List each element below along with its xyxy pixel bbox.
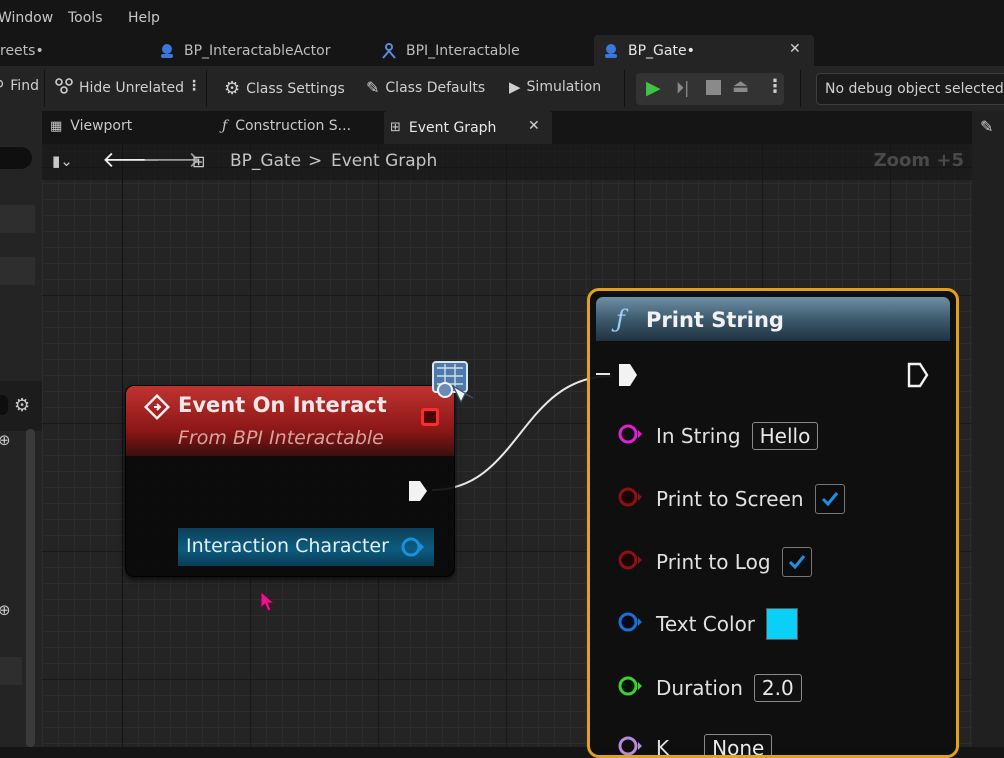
exec-in-pin-icon[interactable] bbox=[616, 361, 640, 393]
bool-pin-icon[interactable] bbox=[617, 549, 645, 576]
object-pin-icon[interactable] bbox=[400, 536, 426, 562]
event-node-header: Event On Interact From BPI Interactable bbox=[126, 386, 455, 456]
text-color-row: Text Color bbox=[617, 607, 798, 641]
float-pin-icon[interactable] bbox=[617, 675, 645, 702]
in-string-input[interactable]: Hello bbox=[752, 422, 819, 450]
event-node-title: Event On Interact bbox=[178, 393, 387, 417]
event-icon bbox=[144, 394, 170, 424]
struct-pin-icon[interactable] bbox=[617, 611, 645, 638]
name-pin-icon[interactable] bbox=[617, 735, 645, 758]
bool-pin-icon[interactable] bbox=[617, 486, 645, 513]
duration-input[interactable]: 2.0 bbox=[754, 674, 802, 702]
string-pin-icon[interactable] bbox=[617, 423, 645, 450]
exec-out-pin-icon[interactable] bbox=[906, 361, 930, 393]
print-node-header: ƒ Print String bbox=[596, 297, 950, 341]
print-to-log-checkbox[interactable] bbox=[782, 547, 812, 577]
exec-wire-stub bbox=[596, 373, 610, 375]
print-to-log-row: Print to Log bbox=[617, 545, 812, 579]
function-icon: ƒ bbox=[616, 305, 625, 333]
interface-badge-icon bbox=[425, 360, 479, 412]
exec-out-pin-icon[interactable] bbox=[406, 478, 430, 508]
key-row: K None bbox=[617, 731, 772, 758]
print-string-node[interactable]: ƒ Print String In String Hello Print to … bbox=[587, 288, 959, 758]
in-string-row: In String Hello bbox=[617, 419, 818, 453]
duration-row: Duration 2.0 bbox=[617, 671, 802, 705]
print-to-screen-row: Print to Screen bbox=[617, 482, 845, 516]
event-node-subtitle: From BPI Interactable bbox=[178, 427, 384, 449]
event-on-interact-node[interactable]: Event On Interact From BPI Interactable … bbox=[125, 385, 455, 577]
text-color-swatch[interactable] bbox=[766, 608, 798, 640]
mouse-cursor-icon bbox=[260, 591, 276, 617]
print-to-screen-checkbox[interactable] bbox=[815, 484, 845, 514]
key-input[interactable]: None bbox=[704, 734, 772, 758]
print-node-title: Print String bbox=[646, 308, 784, 332]
interaction-character-pin[interactable]: Interaction Character bbox=[178, 528, 434, 566]
